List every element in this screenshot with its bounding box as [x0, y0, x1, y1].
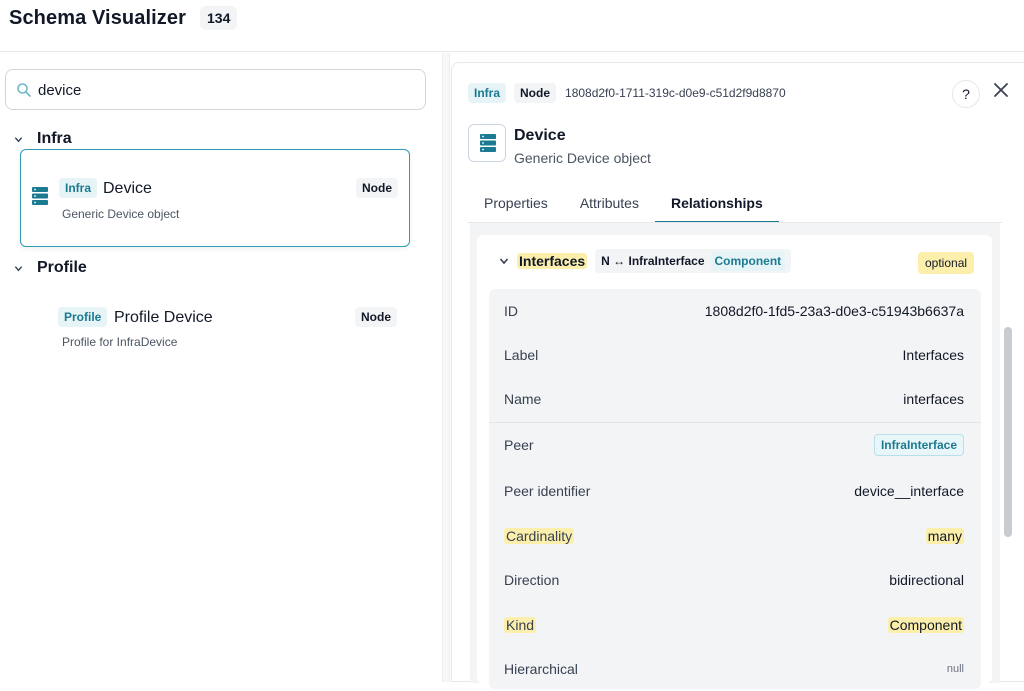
- chevron-down-icon[interactable]: [499, 256, 509, 266]
- property-row-id: ID 1808d2f0-1fd5-23a3-d0e3-c51943b6637a: [489, 289, 981, 333]
- top-bar: Schema Visualizer 134: [0, 0, 1024, 52]
- scrollbar-thumb[interactable]: [1004, 327, 1012, 537]
- chevron-down-icon: [14, 265, 23, 271]
- schema-item-profile-device[interactable]: Profile Profile Device Node Profile for …: [20, 278, 410, 376]
- property-value: null: [946, 663, 964, 675]
- property-row-hierarchical: Hierarchical null: [489, 647, 981, 691]
- search-box[interactable]: [5, 69, 426, 110]
- item-title: Profile Device: [114, 309, 213, 326]
- group-label: Infra: [37, 130, 72, 147]
- tab-relationships[interactable]: Relationships: [654, 185, 779, 223]
- property-key: Peer: [504, 437, 534, 453]
- property-row-peer: Peer InfraInterface: [489, 423, 981, 467]
- detail-tabs: Properties Attributes Relationships: [468, 185, 779, 223]
- item-description: Profile for InfraDevice: [62, 335, 178, 349]
- detail-description: Generic Device object: [514, 150, 651, 166]
- property-row-name: Name interfaces: [489, 377, 981, 421]
- property-value: many: [925, 528, 964, 544]
- property-row-cardinality: Cardinality many: [489, 514, 981, 558]
- property-row-peer-identifier: Peer identifier device__interface: [489, 469, 981, 513]
- namespace-tag: Infra: [59, 178, 98, 198]
- namespace-tag: Profile: [58, 307, 108, 327]
- property-key: Name: [504, 391, 542, 407]
- item-description: Generic Device object: [62, 207, 180, 221]
- detail-header-tags: Infra Node 1808d2f0-1711-319c-d0e9-c51d2…: [468, 83, 786, 103]
- kind-tag: Node: [514, 83, 557, 103]
- panel-splitter[interactable]: [442, 53, 450, 682]
- detail-title: Device: [514, 127, 566, 144]
- relationship-header[interactable]: Interfaces N ↔ InfraInterface Component: [499, 249, 792, 273]
- device-icon-box: [468, 124, 506, 162]
- property-row-direction: Direction bidirectional: [489, 558, 981, 602]
- schema-id: 1808d2f0-1711-319c-d0e9-c51d2f9d8870: [565, 86, 786, 100]
- relationship-card: Interfaces N ↔ InfraInterface Component …: [477, 235, 992, 689]
- property-row-kind: Kind Component: [489, 603, 981, 647]
- tab-properties[interactable]: Properties: [468, 185, 564, 223]
- relationship-kind-tag: Component: [710, 251, 786, 271]
- property-key: Hierarchical: [504, 661, 578, 677]
- kind-tag: Node: [356, 178, 398, 198]
- property-key: ID: [504, 303, 518, 319]
- help-button[interactable]: ?: [952, 80, 980, 108]
- property-row-label: Label Interfaces: [489, 333, 981, 377]
- relationship-peer-badge: N ↔ InfraInterface Component: [595, 249, 792, 273]
- schema-count-badge: 134: [200, 6, 238, 30]
- namespace-tag: Infra: [468, 83, 507, 103]
- property-key: Cardinality: [504, 528, 575, 544]
- detail-panel: Infra Node 1808d2f0-1711-319c-d0e9-c51d2…: [451, 62, 1024, 689]
- property-value: device__interface: [854, 483, 964, 499]
- chevron-down-icon: [14, 136, 23, 142]
- optional-badge: optional: [918, 252, 975, 274]
- app-title: Schema Visualizer: [9, 7, 186, 29]
- search-input[interactable]: [38, 78, 408, 102]
- server-icon: [480, 134, 496, 152]
- item-title: Device: [103, 180, 152, 197]
- tab-attributes[interactable]: Attributes: [564, 185, 655, 223]
- schema-item-infra-device[interactable]: Infra Device Node Generic Device object: [20, 149, 410, 247]
- group-infra-header[interactable]: Infra: [14, 129, 72, 149]
- peer-link[interactable]: InfraInterface: [873, 434, 964, 456]
- relationship-name: Interfaces: [517, 253, 588, 269]
- property-value: interfaces: [903, 391, 964, 407]
- relationship-properties: ID 1808d2f0-1fd5-23a3-d0e3-c51943b6637a …: [489, 289, 981, 689]
- group-label: Profile: [37, 259, 87, 276]
- server-icon: [32, 187, 48, 205]
- property-value: Component: [887, 617, 964, 633]
- property-value: 1808d2f0-1fd5-23a3-d0e3-c51943b6637a: [704, 303, 964, 319]
- property-key: Label: [504, 347, 539, 363]
- property-key: Kind: [504, 617, 537, 633]
- cardinality-peer-label: N ↔ InfraInterface: [601, 254, 705, 268]
- schema-list-panel: Infra Infra Device Node Generic Device o…: [0, 53, 442, 682]
- group-profile-header[interactable]: Profile: [14, 258, 87, 278]
- close-icon[interactable]: [993, 82, 1009, 98]
- property-value: bidirectional: [889, 572, 964, 588]
- search-icon: [17, 83, 31, 97]
- property-key: Peer identifier: [504, 483, 591, 499]
- property-value: Interfaces: [902, 347, 964, 363]
- property-key: Direction: [504, 572, 560, 588]
- kind-tag: Node: [355, 307, 397, 327]
